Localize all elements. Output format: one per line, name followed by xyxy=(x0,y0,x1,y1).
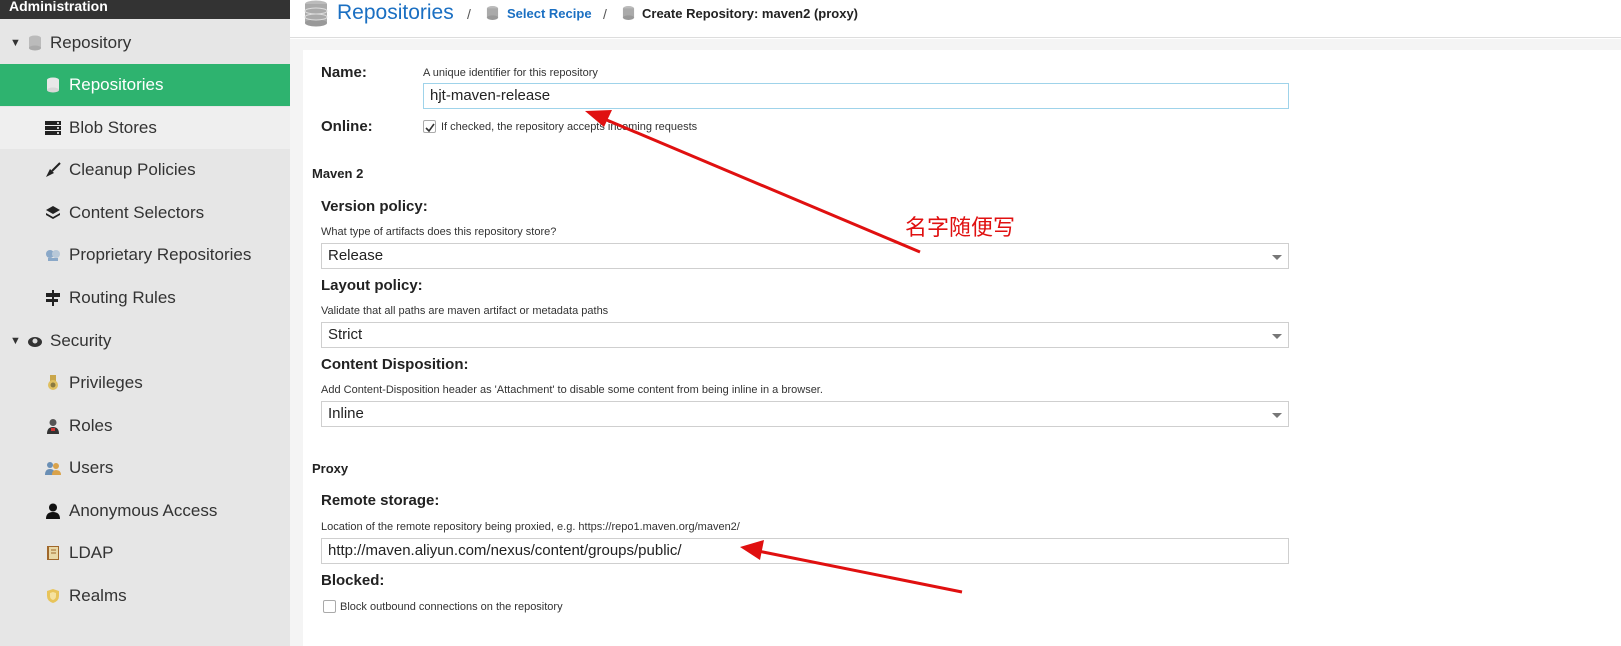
sidebar-item-label: Proprietary Repositories xyxy=(69,245,252,264)
database-icon xyxy=(26,34,44,52)
breadcrumb-select-recipe-link[interactable]: Select Recipe xyxy=(507,6,592,21)
breadcrumb-separator: / xyxy=(467,6,471,22)
dropdown-arrow-icon xyxy=(1272,413,1282,418)
sidebar-item-ldap[interactable]: LDAP xyxy=(0,532,290,574)
layout-policy-select[interactable]: Strict xyxy=(321,322,1289,348)
sidebar-item-label: Cleanup Policies xyxy=(69,160,196,179)
name-label: Name: xyxy=(321,64,367,81)
broom-icon xyxy=(44,161,62,179)
proprietary-icon xyxy=(44,246,62,264)
sidebar-group-repository[interactable]: ▼ Repository xyxy=(0,22,290,64)
sidebar-item-proprietary-repositories[interactable]: Proprietary Repositories xyxy=(0,234,290,276)
maven-section-title: Maven 2 xyxy=(312,166,364,181)
blocked-label: Blocked: xyxy=(321,572,385,589)
blocked-checkbox[interactable] xyxy=(323,600,336,613)
sidebar-item-repositories[interactable]: Repositories xyxy=(0,64,290,106)
expand-triangle-icon[interactable]: ▼ xyxy=(10,335,21,347)
annotation-text: 名字随便写 xyxy=(905,216,1016,241)
online-checkbox[interactable] xyxy=(423,120,436,133)
layers-icon xyxy=(44,204,62,222)
breadcrumb-separator: / xyxy=(603,6,607,22)
content-disposition-value: Inline xyxy=(328,405,364,422)
sidebar-item-roles[interactable]: Roles xyxy=(0,405,290,447)
signpost-icon xyxy=(44,289,62,307)
dropdown-arrow-icon xyxy=(1272,255,1282,260)
sidebar-item-label: Privileges xyxy=(69,373,143,392)
dropdown-arrow-icon xyxy=(1272,334,1282,339)
breadcrumb: Repositories / Select Recipe / Create Re… xyxy=(290,0,1621,38)
sidebar-item-content-selectors[interactable]: Content Selectors xyxy=(0,192,290,234)
sidebar-item-label: Content Selectors xyxy=(69,203,205,222)
medal-icon xyxy=(44,374,62,392)
sidebar-group-label: Security xyxy=(50,331,112,350)
content-disposition-help: Add Content-Disposition header as 'Attac… xyxy=(321,384,823,396)
version-policy-label: Version policy: xyxy=(321,198,428,215)
sidebar-item-routing-rules[interactable]: Routing Rules xyxy=(0,277,290,319)
sidebar-item-label: Blob Stores xyxy=(69,118,157,137)
sidebar-item-anonymous-access[interactable]: Anonymous Access xyxy=(0,490,290,532)
sidebar-item-label: LDAP xyxy=(69,543,114,562)
breadcrumb-title-link[interactable]: Repositories xyxy=(337,1,454,25)
database-icon xyxy=(622,5,635,26)
users-icon xyxy=(44,459,62,477)
database-icon xyxy=(486,5,499,26)
online-label: Online: xyxy=(321,118,373,135)
content-area: Name: A unique identifier for this repos… xyxy=(290,39,1621,646)
version-policy-select[interactable]: Release xyxy=(321,243,1289,269)
blocked-help: Block outbound connections on the reposi… xyxy=(340,601,563,613)
sidebar-item-blob-stores[interactable]: Blob Stores xyxy=(0,107,290,149)
layout-policy-value: Strict xyxy=(328,326,363,343)
sidebar-item-cleanup-policies[interactable]: Cleanup Policies xyxy=(0,149,290,191)
content-disposition-select[interactable]: Inline xyxy=(321,401,1289,427)
sidebar-item-label: Realms xyxy=(69,586,127,605)
shield-icon xyxy=(44,587,62,605)
sidebar-item-label: Repositories xyxy=(69,75,164,94)
name-help: A unique identifier for this repository xyxy=(423,67,598,79)
role-user-icon xyxy=(44,417,62,435)
checkmark-icon xyxy=(425,123,435,133)
version-policy-help: What type of artifacts does this reposit… xyxy=(321,226,557,238)
sidebar-item-realms[interactable]: Realms xyxy=(0,575,290,617)
online-help: If checked, the repository accepts incom… xyxy=(441,121,698,133)
layout-policy-help: Validate that all paths are maven artifa… xyxy=(321,305,609,317)
sidebar: Administration ▼ Repository Repositories… xyxy=(0,0,290,646)
sidebar-item-label: Roles xyxy=(69,416,113,435)
name-input[interactable]: hjt-maven-release xyxy=(423,83,1289,109)
person-icon xyxy=(44,502,62,520)
book-icon xyxy=(44,544,62,562)
database-icon xyxy=(44,76,62,94)
sidebar-group-security[interactable]: ▼ Security xyxy=(0,320,290,362)
sidebar-item-label: Routing Rules xyxy=(69,288,176,307)
sidebar-item-label: Users xyxy=(69,458,114,477)
security-icon xyxy=(26,332,44,350)
expand-triangle-icon[interactable]: ▼ xyxy=(10,37,21,49)
sidebar-item-users[interactable]: Users xyxy=(0,447,290,489)
sidebar-item-label: Anonymous Access xyxy=(69,501,218,520)
database-icon xyxy=(304,0,328,33)
layout-policy-label: Layout policy: xyxy=(321,277,423,294)
version-policy-value: Release xyxy=(328,247,384,264)
server-icon xyxy=(44,119,62,137)
sidebar-header: Administration xyxy=(0,0,290,19)
proxy-section-title: Proxy xyxy=(312,461,349,476)
content-disposition-label: Content Disposition: xyxy=(321,356,469,373)
remote-storage-input[interactable]: http://maven.aliyun.com/nexus/content/gr… xyxy=(321,538,1289,564)
sidebar-group-label: Repository xyxy=(50,33,132,52)
breadcrumb-current: Create Repository: maven2 (proxy) xyxy=(642,6,859,21)
repository-form: Name: A unique identifier for this repos… xyxy=(303,50,1621,646)
remote-storage-label: Remote storage: xyxy=(321,492,440,509)
remote-storage-help: Location of the remote repository being … xyxy=(321,521,740,533)
sidebar-item-privileges[interactable]: Privileges xyxy=(0,362,290,404)
